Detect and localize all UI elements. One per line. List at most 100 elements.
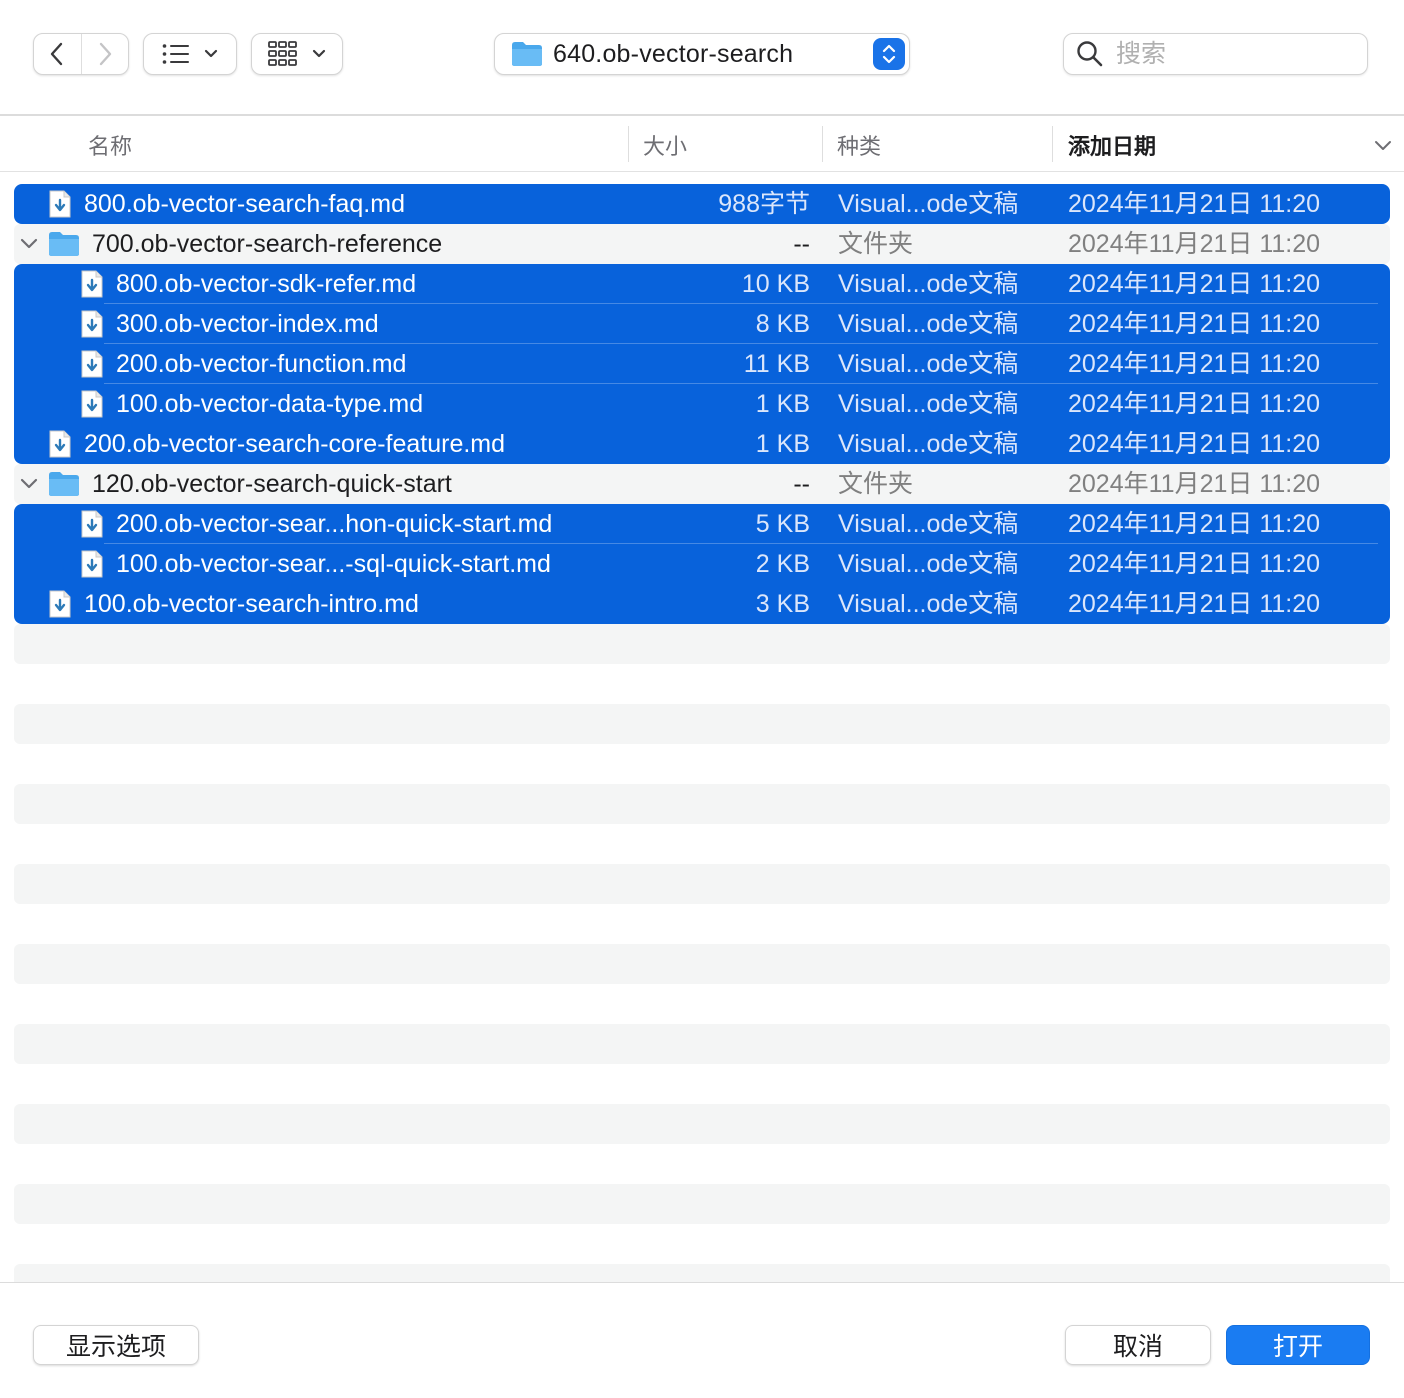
file-kind: Visual...ode文稿 — [838, 550, 1019, 578]
file-size: 11 KB — [743, 350, 810, 378]
file-name: 120.ob-vector-search-quick-start — [48, 464, 452, 504]
file-kind: Visual...ode文稿 — [838, 510, 1019, 538]
file-name: 200.ob-vector-search-core-feature.md — [48, 424, 505, 464]
date-added: 2024年11月21日 11:20 — [1068, 510, 1321, 538]
show-options-button[interactable]: 显示选项 — [33, 1325, 199, 1365]
file-name-label: 200.ob-vector-sear...hon-quick-start.md — [116, 510, 553, 538]
file-row[interactable]: 200.ob-vector-search-core-feature.md 1 KB… — [14, 424, 1390, 464]
chevron-down-icon — [312, 49, 326, 58]
file-name: 200.ob-vector-sear...hon-quick-start.md — [80, 504, 552, 544]
list-view-button[interactable] — [143, 33, 237, 75]
file-kind: Visual...ode文稿 — [838, 310, 1019, 338]
markdown-file-icon — [81, 390, 103, 418]
file-row[interactable]: 100.ob-vector-data-type.md 1 KB Visual...o… — [14, 384, 1390, 424]
chevron-left-icon — [51, 42, 63, 66]
markdown-file-icon — [81, 510, 103, 538]
column-kind-label: 种类 — [837, 134, 882, 159]
file-name: 100.ob-vector-sear...-sql-quick-start.md — [80, 544, 551, 584]
date-added: 2024年11月21日 11:20 — [1068, 230, 1321, 258]
column-size-label: 大小 — [643, 134, 688, 159]
file-size: 3 KB — [755, 590, 810, 618]
date-added: 2024年11月21日 11:20 — [1068, 590, 1321, 618]
up-down-arrows-icon — [882, 44, 896, 64]
path-label: 640.ob-vector-search — [553, 39, 794, 68]
disclosure-chevron-icon[interactable] — [20, 476, 38, 492]
dialog-footer: 显示选项 取消 打开 — [0, 1282, 1404, 1398]
date-added: 2024年11月21日 11:20 — [1068, 390, 1321, 418]
file-kind: Visual...ode文稿 — [838, 390, 1019, 418]
chevron-down-icon — [1375, 141, 1391, 150]
folder-icon — [512, 42, 542, 66]
file-row[interactable]: 100.ob-vector-search-intro.md 3 KB Visual.… — [14, 584, 1390, 624]
date-added: 2024年11月21日 11:20 — [1068, 350, 1321, 378]
markdown-file-icon — [81, 310, 103, 338]
folder-icon — [49, 472, 79, 496]
file-name: 700.ob-vector-search-reference — [48, 224, 442, 264]
group-view-button[interactable] — [251, 33, 343, 75]
file-name: 800.ob-vector-sdk-refer.md — [80, 264, 416, 304]
cancel-button[interactable]: 取消 — [1065, 1325, 1211, 1365]
date-added: 2024年11月21日 11:20 — [1068, 190, 1321, 218]
file-name: 100.ob-vector-data-type.md — [80, 384, 423, 424]
file-row[interactable]: 200.ob-vector-function.md 11 KB Visual...o… — [14, 344, 1390, 384]
file-kind: Visual...ode文稿 — [838, 590, 1019, 618]
column-divider[interactable] — [822, 126, 823, 162]
column-name-label: 名称 — [88, 134, 133, 159]
date-added: 2024年11月21日 11:20 — [1068, 270, 1321, 298]
column-kind[interactable]: 种类 — [837, 118, 881, 172]
popup-stepper[interactable] — [873, 38, 905, 70]
column-name[interactable]: 名称 — [88, 118, 132, 172]
empty-row — [14, 784, 1390, 824]
markdown-file-icon — [81, 350, 103, 378]
empty-row — [14, 704, 1390, 744]
chevron-down-icon — [204, 49, 218, 58]
empty-row — [14, 864, 1390, 904]
file-row[interactable]: 800.ob-vector-search-faq.md 988字节 Visual..… — [14, 184, 1390, 224]
file-name-label: 700.ob-vector-search-reference — [92, 230, 443, 258]
column-date-added[interactable]: 添加日期 — [1068, 118, 1156, 172]
markdown-file-icon — [49, 430, 71, 458]
back-button[interactable] — [34, 34, 81, 74]
file-row[interactable]: 300.ob-vector-index.md 8 KB Visual...ode文稿… — [14, 304, 1390, 344]
file-size: 988字节 — [718, 190, 810, 218]
list-icon — [162, 44, 189, 64]
path-popup[interactable]: 640.ob-vector-search — [494, 33, 910, 75]
forward-button[interactable] — [80, 34, 128, 74]
file-row[interactable]: 200.ob-vector-sear...hon-quick-start.md 5… — [14, 504, 1390, 544]
file-row[interactable]: 800.ob-vector-sdk-refer.md 10 KB Visual...… — [14, 264, 1390, 304]
column-size[interactable]: 大小 — [643, 118, 687, 172]
file-name-label: 100.ob-vector-data-type.md — [116, 390, 424, 418]
date-added: 2024年11月21日 11:20 — [1068, 470, 1321, 498]
empty-row — [14, 1264, 1390, 1282]
open-button[interactable]: 打开 — [1226, 1325, 1370, 1365]
folder-row[interactable]: 120.ob-vector-search-quick-start -- 文件夹 202… — [14, 464, 1390, 504]
column-divider[interactable] — [1052, 126, 1053, 162]
file-size: 1 KB — [755, 390, 810, 418]
disclosure-chevron-icon[interactable] — [20, 236, 38, 252]
search-field[interactable] — [1063, 33, 1368, 75]
file-name: 300.ob-vector-index.md — [80, 304, 379, 344]
date-added: 2024年11月21日 11:20 — [1068, 430, 1321, 458]
toolbar: 640.ob-vector-search — [0, 0, 1404, 116]
file-size: 8 KB — [755, 310, 810, 338]
markdown-file-icon — [49, 190, 71, 218]
empty-row — [14, 1104, 1390, 1144]
file-name-label: 100.ob-vector-search-intro.md — [84, 590, 419, 618]
grid-icon — [268, 41, 297, 66]
file-size: -- — [793, 470, 810, 498]
file-size: 5 KB — [755, 510, 810, 538]
date-added: 2024年11月21日 11:20 — [1068, 310, 1321, 338]
column-date-label: 添加日期 — [1068, 134, 1157, 159]
chevron-right-icon — [99, 42, 112, 66]
date-added: 2024年11月21日 11:20 — [1068, 550, 1321, 578]
search-input[interactable] — [1116, 39, 1346, 69]
file-size: 1 KB — [755, 430, 810, 458]
file-name-label: 100.ob-vector-sear...-sql-quick-start.md — [116, 550, 551, 578]
file-row[interactable]: 100.ob-vector-sear...-sql-quick-start.md… — [14, 544, 1390, 584]
file-name-label: 300.ob-vector-index.md — [116, 310, 379, 338]
empty-row — [14, 624, 1390, 664]
column-divider[interactable] — [628, 126, 629, 162]
folder-row[interactable]: 700.ob-vector-search-reference -- 文件夹 2024年… — [14, 224, 1390, 264]
file-kind: 文件夹 — [838, 470, 914, 498]
column-header: 名称 大小 种类 添加日期 — [0, 118, 1404, 172]
